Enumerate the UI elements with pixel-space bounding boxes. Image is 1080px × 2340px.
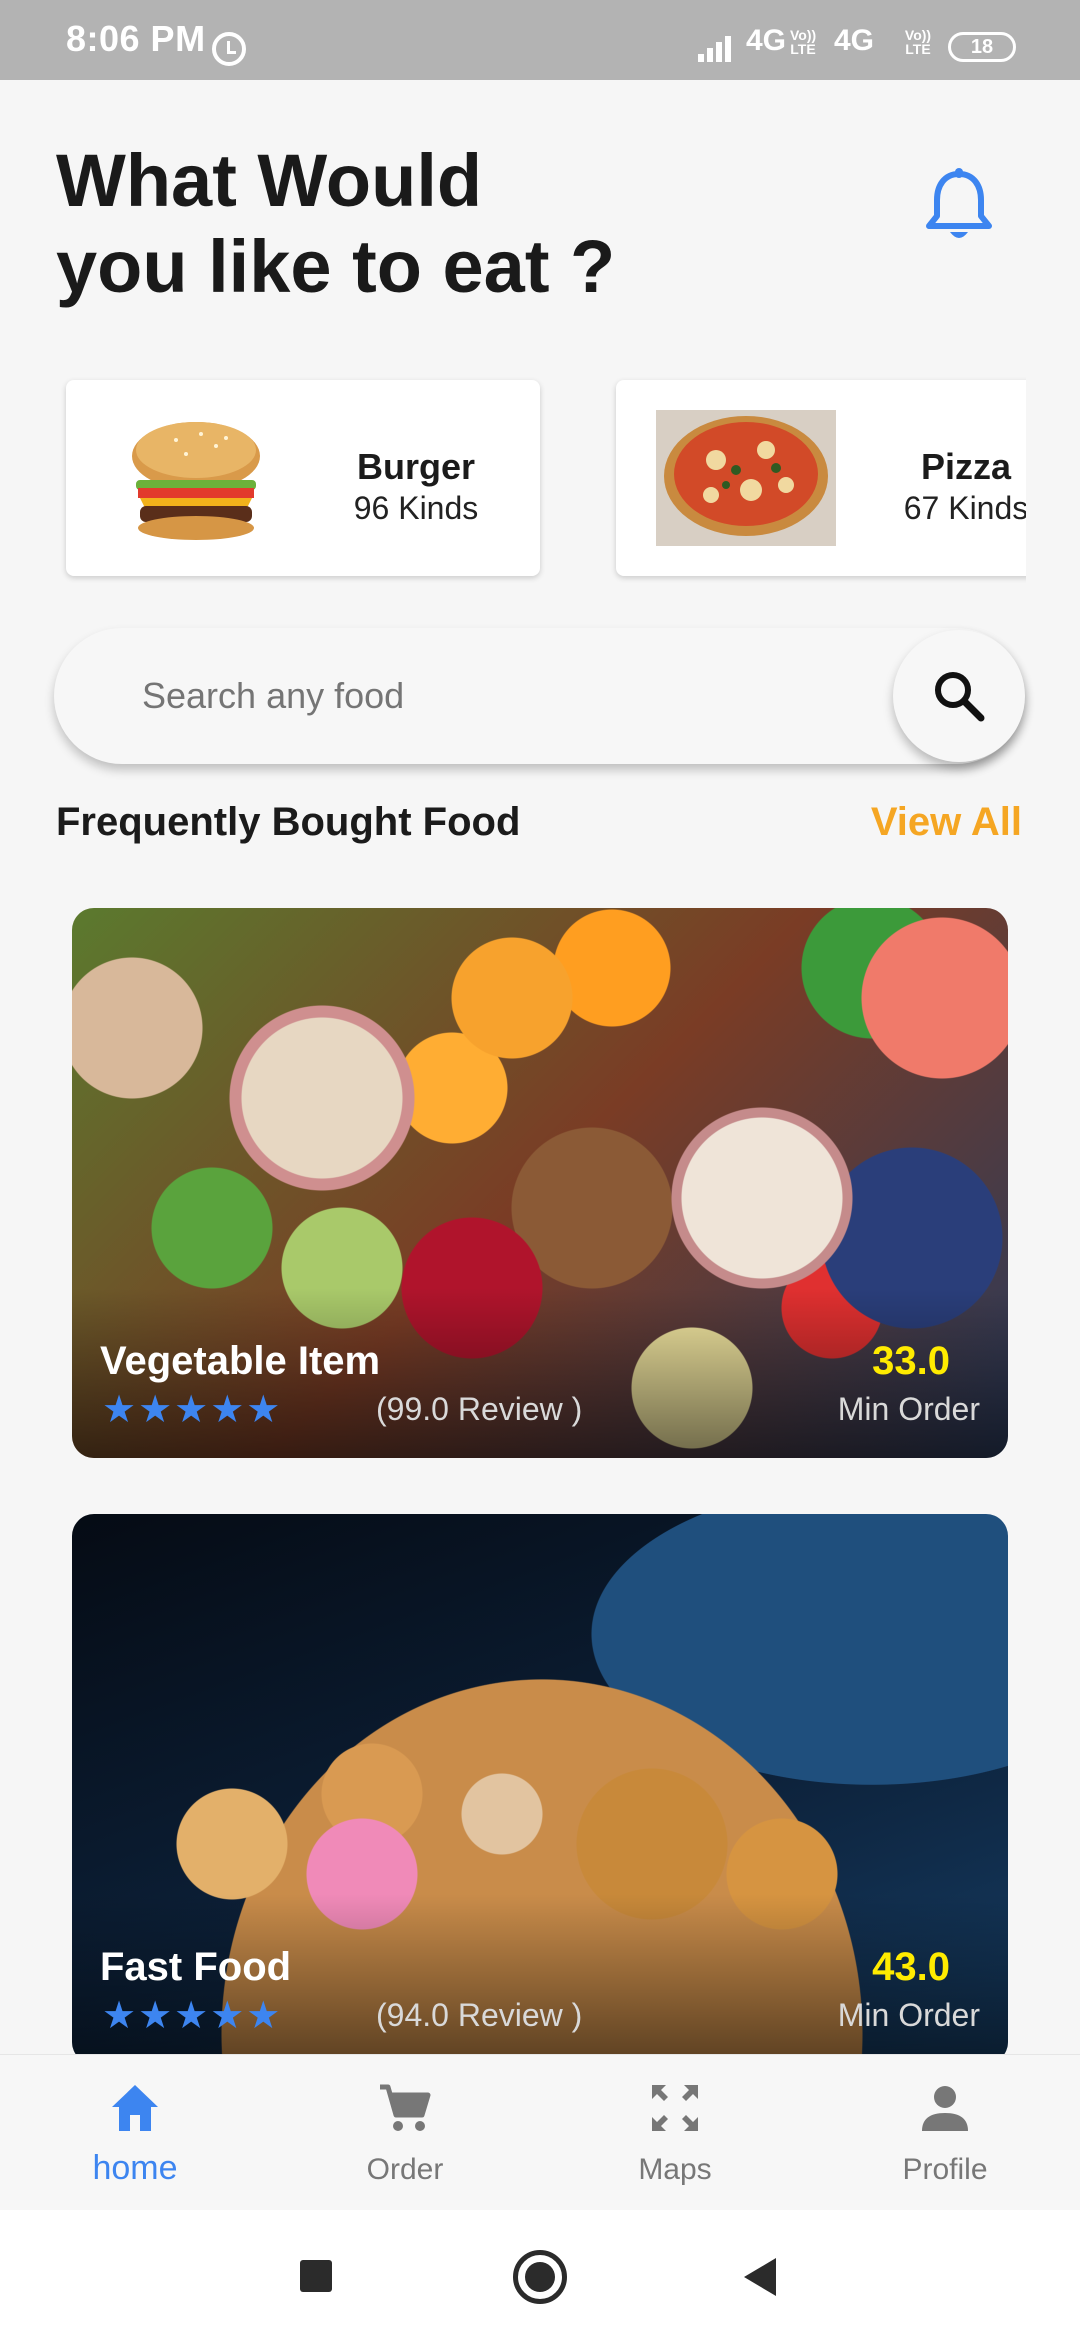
category-card-pizza[interactable]: Pizza 67 Kinds bbox=[616, 380, 1026, 576]
network-type-2: 4G bbox=[834, 24, 875, 57]
recents-button[interactable] bbox=[300, 2260, 332, 2292]
person-icon bbox=[922, 2086, 968, 2131]
rating-stars: ★★★★★ bbox=[102, 1389, 283, 1431]
back-button[interactable] bbox=[744, 2258, 776, 2296]
nav-label: Profile bbox=[902, 2153, 988, 2186]
food-name: Fast Food bbox=[100, 1945, 292, 1989]
alarm-icon bbox=[212, 32, 246, 66]
bottom-nav: home Order Maps Profile bbox=[0, 2054, 1080, 2210]
volte-badge-2: Vo)) LTE bbox=[904, 27, 932, 57]
network-type-1: 4G bbox=[746, 24, 787, 57]
section-title: Frequently Bought Food bbox=[56, 800, 521, 844]
food-price: 33.0 bbox=[872, 1339, 950, 1383]
search-button[interactable] bbox=[893, 630, 1025, 762]
category-card-burger[interactable]: Burger 96 Kinds bbox=[66, 380, 540, 576]
food-card-vegetable[interactable]: Vegetable Item ★★★★★ (99.0 Review ) 33.0… bbox=[72, 908, 1008, 1458]
nav-item-profile[interactable]: Profile bbox=[810, 2055, 1080, 2211]
category-list: Burger 96 Kinds Pizza 67 Kinds bbox=[0, 370, 1026, 590]
cart-icon bbox=[380, 2084, 431, 2131]
category-kinds: 96 Kinds bbox=[353, 490, 479, 526]
nav-item-home[interactable]: home bbox=[0, 2055, 270, 2211]
category-name: Pizza bbox=[920, 446, 1012, 487]
min-order-label: Min Order bbox=[837, 1391, 980, 1427]
page-title: What Would you like to eat ? bbox=[56, 138, 756, 310]
category-kinds: 67 Kinds bbox=[903, 490, 1026, 526]
food-card-fast-food[interactable]: Fast Food ★★★★★ (94.0 Review ) 43.0 Min … bbox=[72, 1514, 1008, 2064]
nav-label: home bbox=[92, 2149, 178, 2187]
volte-badge-1: Vo)) LTE bbox=[790, 27, 817, 57]
fullscreen-icon bbox=[652, 2085, 698, 2131]
system-nav-bar bbox=[0, 2210, 1080, 2340]
status-time: 8:06 PM bbox=[66, 18, 206, 59]
food-price: 43.0 bbox=[872, 1945, 950, 1989]
search-input[interactable] bbox=[142, 664, 842, 728]
pizza-image bbox=[656, 410, 836, 546]
nav-item-maps[interactable]: Maps bbox=[540, 2055, 810, 2211]
nav-item-order[interactable]: Order bbox=[270, 2055, 540, 2211]
search-bar bbox=[54, 628, 1024, 764]
bell-icon[interactable] bbox=[922, 168, 996, 244]
battery-icon: 18 bbox=[948, 32, 1016, 62]
title-line-2: you like to eat ? bbox=[56, 225, 616, 308]
home-icon bbox=[112, 2085, 158, 2131]
title-line-1: What Would bbox=[56, 139, 483, 222]
search-icon bbox=[935, 672, 985, 722]
category-name: Burger bbox=[356, 446, 476, 487]
food-name: Vegetable Item bbox=[100, 1339, 381, 1383]
burger-image bbox=[132, 422, 260, 540]
rating-stars: ★★★★★ bbox=[102, 1995, 283, 2037]
status-bar: 8:06 PM 4G Vo)) LTE 4G Vo)) LTE 18 bbox=[0, 0, 1080, 80]
home-button[interactable] bbox=[513, 2250, 567, 2304]
review-count: (94.0 Review ) bbox=[376, 1997, 583, 2033]
min-order-label: Min Order bbox=[837, 1997, 980, 2033]
nav-label: Order bbox=[366, 2153, 444, 2186]
nav-label: Maps bbox=[638, 2153, 712, 2186]
view-all-link[interactable]: View All bbox=[871, 800, 1022, 845]
review-count: (99.0 Review ) bbox=[376, 1391, 583, 1427]
signal-icon bbox=[698, 32, 738, 62]
